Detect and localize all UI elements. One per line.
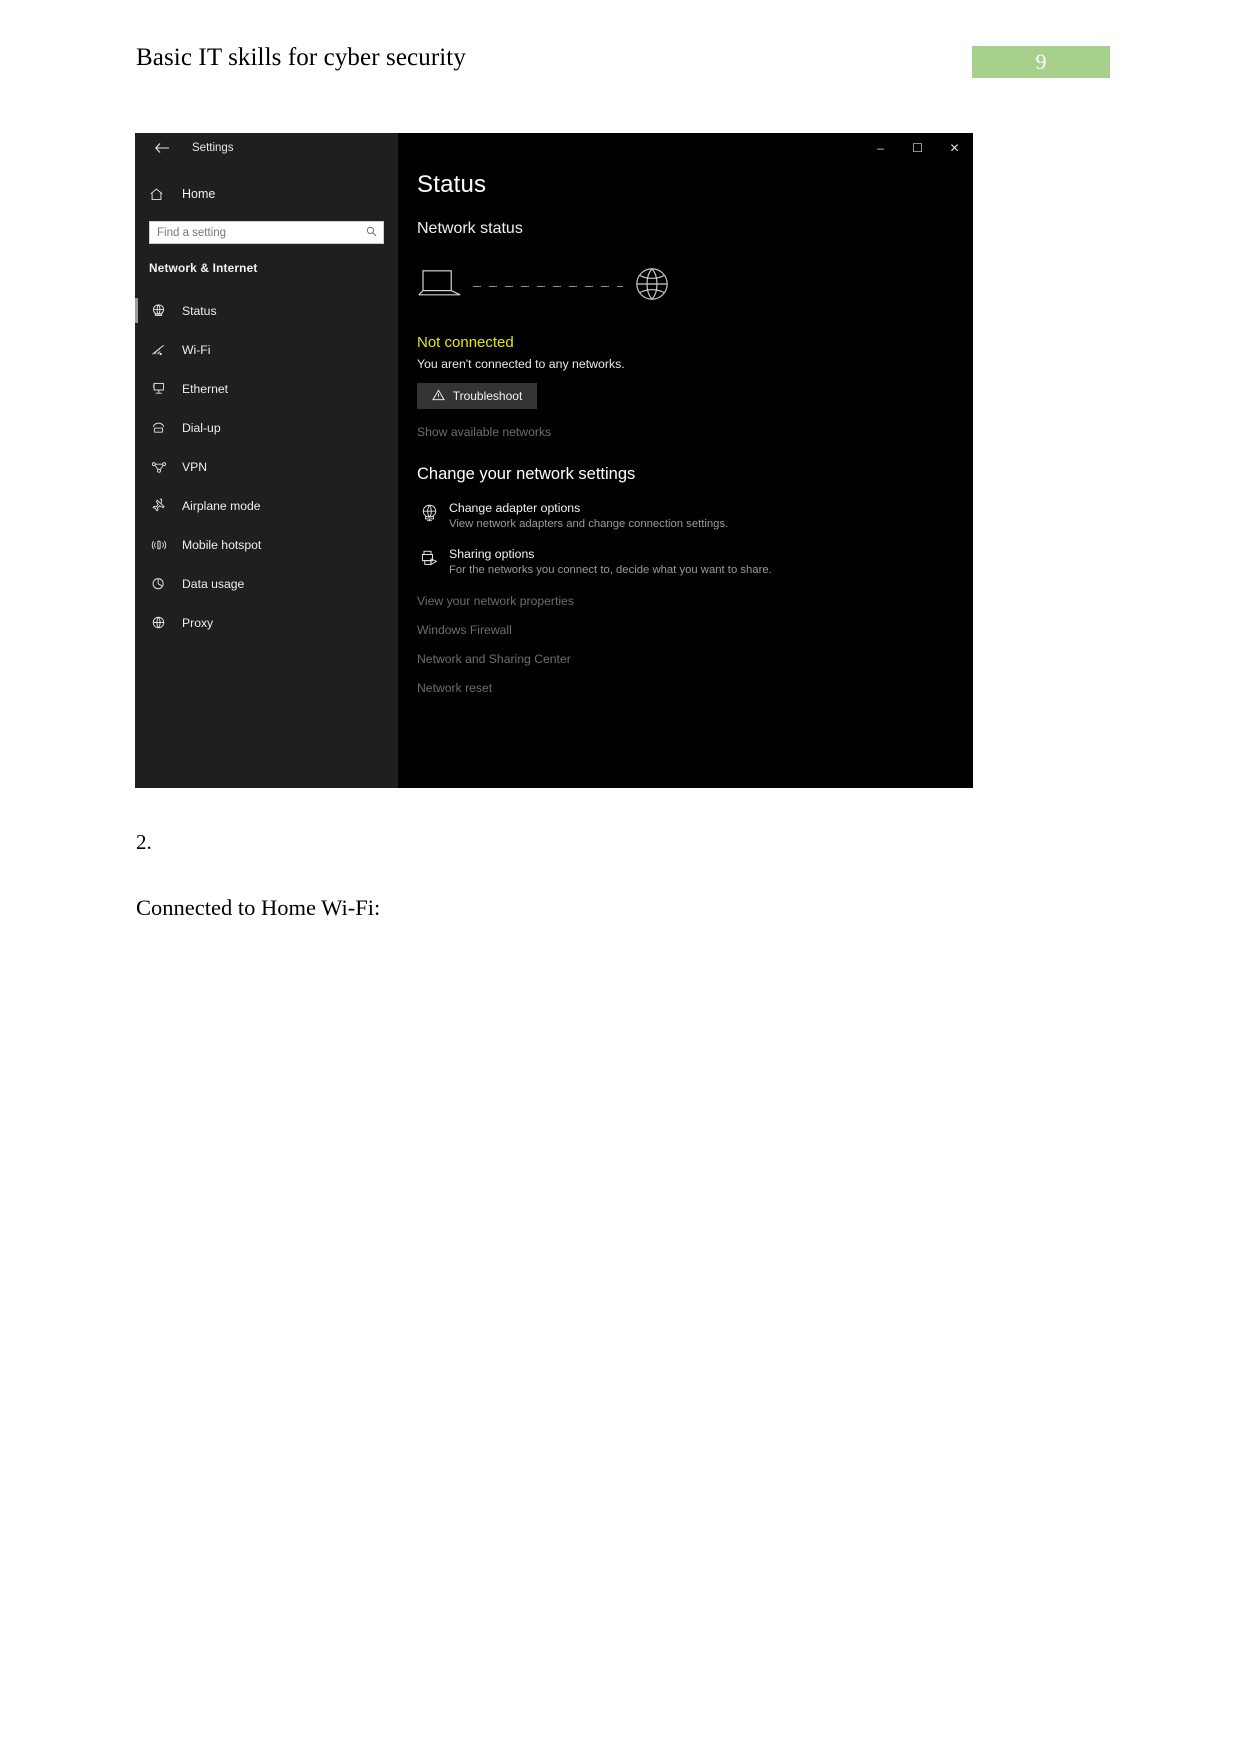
connection-detail-text: You aren't connected to any networks. <box>417 357 625 371</box>
sidebar-item-airplane-mode[interactable]: Airplane mode <box>135 486 398 525</box>
warning-triangle-icon <box>431 388 445 404</box>
sidebar-item-mobile-hotspot-label: Mobile hotspot <box>182 537 262 552</box>
sidebar-item-status-label: Status <box>182 303 217 318</box>
sidebar-nav-list: Status Wi-Fi Ethernet Dial-up VPN Airpla… <box>135 291 398 642</box>
close-button[interactable]: ✕ <box>936 133 973 163</box>
option-title: Change adapter options <box>449 501 581 515</box>
option-desc: View network adapters and change connect… <box>449 518 729 530</box>
airplane-icon <box>149 497 168 515</box>
sidebar-item-dial-up-label: Dial-up <box>182 420 221 435</box>
data-usage-icon <box>149 575 168 593</box>
sidebar-item-wifi[interactable]: Wi-Fi <box>135 330 398 369</box>
document-header: Basic IT skills for cyber security 9 <box>0 44 1241 84</box>
mobile-hotspot-icon <box>149 536 168 554</box>
laptop-icon <box>417 268 461 305</box>
search-icon[interactable] <box>366 226 377 240</box>
sidebar-item-ethernet-label: Ethernet <box>182 381 229 396</box>
wifi-icon <box>149 341 168 359</box>
option-desc: For the networks you connect to, decide … <box>449 564 772 576</box>
search-box[interactable] <box>149 221 384 244</box>
sidebar-item-mobile-hotspot[interactable]: Mobile hotspot <box>135 525 398 564</box>
page-title: Basic IT skills for cyber security <box>136 44 466 71</box>
sharing-printer-icon <box>417 547 441 568</box>
settings-sidebar: Settings Home Network & Internet <box>135 133 398 788</box>
minimize-button[interactable]: – <box>862 133 899 163</box>
settings-window-screenshot: Settings Home Network & Internet <box>135 133 973 788</box>
ethernet-icon <box>149 380 168 398</box>
related-links-list: View your network properties Windows Fir… <box>417 594 973 695</box>
window-controls: – ☐ ✕ <box>862 133 973 163</box>
sidebar-item-vpn[interactable]: VPN <box>135 447 398 486</box>
option-sharing-options[interactable]: Sharing options For the networks you con… <box>417 547 973 576</box>
back-arrow-icon[interactable] <box>147 136 177 160</box>
troubleshoot-button[interactable]: Troubleshoot <box>417 383 537 409</box>
connection-line <box>473 285 623 287</box>
globe-icon <box>633 265 671 308</box>
sidebar-item-vpn-label: VPN <box>182 459 208 474</box>
sidebar-item-data-usage-label: Data usage <box>182 576 245 591</box>
sidebar-item-proxy-label: Proxy <box>182 615 214 630</box>
sidebar-item-dial-up[interactable]: Dial-up <box>135 408 398 447</box>
app-title: Settings <box>192 142 234 154</box>
sidebar-item-wifi-label: Wi-Fi <box>182 342 211 357</box>
link-view-network-properties[interactable]: View your network properties <box>417 594 973 608</box>
content-page-title: Status <box>417 171 487 198</box>
vpn-icon <box>149 458 168 476</box>
sidebar-section-title: Network & Internet <box>149 261 258 275</box>
window-titlebar: Settings <box>135 133 398 163</box>
network-status-diagram <box>417 260 973 312</box>
dial-up-icon <box>149 419 168 437</box>
maximize-button[interactable]: ☐ <box>899 133 936 163</box>
option-change-adapter-options[interactable]: Change adapter options View network adap… <box>417 501 973 530</box>
sidebar-item-ethernet[interactable]: Ethernet <box>135 369 398 408</box>
sidebar-item-home-label: Home <box>182 187 216 201</box>
link-network-sharing-center[interactable]: Network and Sharing Center <box>417 652 973 666</box>
sidebar-item-airplane-mode-label: Airplane mode <box>182 498 261 513</box>
network-status-heading: Network status <box>417 220 523 237</box>
status-globe-icon <box>149 302 168 320</box>
search-input[interactable] <box>150 222 345 243</box>
show-available-networks-link[interactable]: Show available networks <box>417 425 973 439</box>
adapter-globe-icon <box>417 501 441 522</box>
sidebar-item-proxy[interactable]: Proxy <box>135 603 398 642</box>
option-title: Sharing options <box>449 547 535 561</box>
link-windows-firewall[interactable]: Windows Firewall <box>417 623 973 637</box>
sidebar-item-status[interactable]: Status <box>135 291 398 330</box>
home-icon <box>149 187 171 202</box>
sidebar-item-data-usage[interactable]: Data usage <box>135 564 398 603</box>
settings-content-pane: – ☐ ✕ Status Network status Not connecte… <box>398 133 973 788</box>
link-network-reset[interactable]: Network reset <box>417 681 973 695</box>
figure-caption: Connected to Home Wi-Fi: <box>136 895 381 920</box>
troubleshoot-button-label: Troubleshoot <box>452 389 523 403</box>
sidebar-item-home[interactable]: Home <box>135 179 398 209</box>
connection-state-text: Not connected <box>417 334 514 351</box>
change-settings-heading: Change your network settings <box>417 465 636 483</box>
step-number: 2. <box>136 830 152 854</box>
page-number-badge: 9 <box>972 46 1110 78</box>
proxy-globe-icon <box>149 614 168 632</box>
